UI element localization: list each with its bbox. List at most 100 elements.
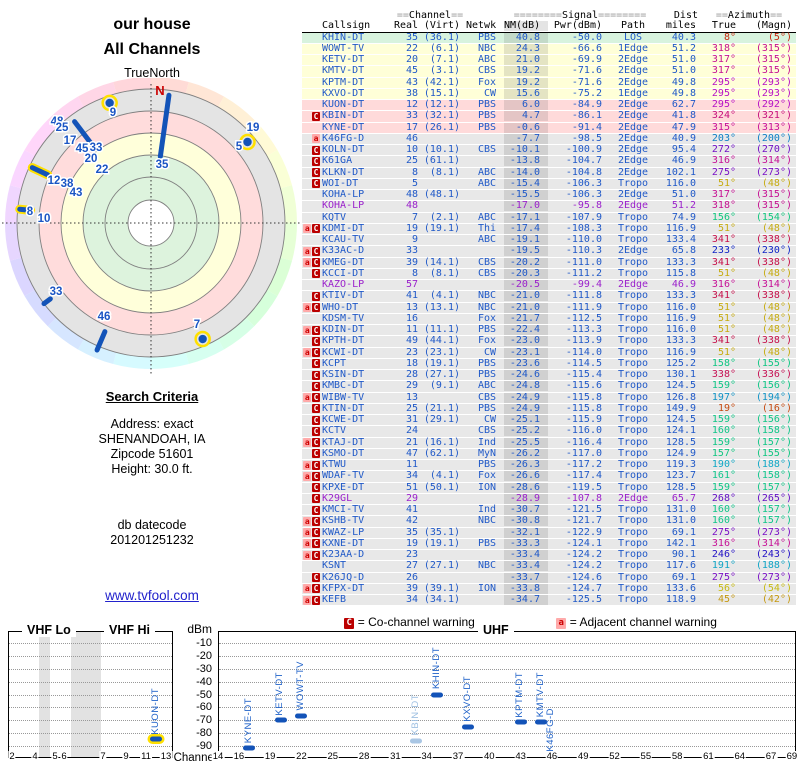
cell-callsign: KCWE-DT — [322, 414, 365, 426]
tvfool-link[interactable]: www.tvfool.com — [105, 588, 199, 603]
warning-flags: aC — [302, 460, 320, 470]
datecode-value: 201201251232 — [110, 533, 194, 547]
cell-miles: 128.5 — [665, 481, 696, 493]
cell-callsign: KCTV — [322, 425, 347, 437]
cell-real: 48 — [405, 200, 418, 212]
cell-nm: 24.3 — [504, 43, 548, 54]
warning-flags: aC — [302, 471, 320, 481]
cell-nm: -28.9 — [504, 493, 548, 504]
cell-magn: (194°) — [755, 391, 792, 403]
cell-callsign: KMEG-DT — [322, 256, 365, 268]
cell-magn: (48°) — [761, 301, 792, 313]
channel-tick-label: 22 — [295, 751, 308, 762]
table-row: C KCTV 24 CBS -25.2 -116.0 Tropo 124.1 160° (158°… — [302, 425, 796, 438]
cell-netwk: Fox — [477, 335, 496, 347]
gridline — [9, 720, 172, 722]
cell-miles: 124.1 — [665, 425, 696, 437]
cell-netwk: PBS — [477, 324, 496, 336]
co-channel-warning-icon: C — [312, 258, 320, 268]
cell-pwr: -99.4 — [571, 279, 602, 291]
cell-nm: -23.6 — [504, 358, 548, 369]
cell-true: 159° — [711, 436, 736, 448]
cell-nm: -20.2 — [504, 257, 548, 268]
header-dist-group: Dist — [673, 9, 698, 21]
cell-callsign: K61GA — [322, 155, 353, 167]
cell-magn: (188°) — [755, 560, 792, 572]
cell-miles: 51.2 — [671, 42, 696, 54]
radar-channel-label: 12 — [48, 175, 61, 187]
cell-pwr: -50.0 — [571, 31, 602, 43]
cell-path: 2Edge — [617, 54, 649, 66]
cell-netwk: PBS — [477, 121, 496, 133]
cell-miles: 51.0 — [671, 65, 696, 77]
warning-flags: C — [302, 156, 320, 166]
cell-miles: 131.0 — [665, 504, 696, 516]
cell-real: 21 — [405, 436, 418, 448]
cell-magn: (48°) — [761, 324, 792, 336]
cell-pwr: -66.6 — [571, 42, 602, 54]
cell-netwk: PBS — [477, 369, 496, 381]
cell-path: Tropo — [617, 402, 649, 414]
vhf-signal-chart: KUON-DT — [8, 631, 173, 758]
cell-true: 51° — [717, 324, 736, 336]
cell-true: 161° — [711, 470, 736, 482]
co-channel-warning-icon: C — [312, 595, 320, 605]
cell-real: 34 — [405, 594, 418, 606]
cell-magn: (338°) — [755, 290, 792, 302]
cell-netwk: ION — [477, 481, 496, 493]
co-channel-warning-icon: C — [312, 516, 320, 526]
cell-real: 29 — [405, 492, 418, 504]
cell-netwk: Fox — [477, 470, 496, 482]
cell-true: 268° — [711, 492, 736, 504]
header-channel-group: ==Channel== — [396, 9, 464, 21]
cell-path: Tropo — [617, 346, 649, 358]
cell-true: 156° — [711, 211, 736, 223]
cell-real: 41 — [405, 290, 418, 302]
cell-magn: (42°) — [761, 594, 792, 606]
cell-callsign: KSHB-TV — [322, 515, 365, 527]
co-channel-warning-icon: C — [312, 111, 320, 121]
cell-miles: 118.9 — [665, 594, 696, 606]
channel-tick-label: 5 — [51, 751, 59, 762]
cell-pwr: -71.6 — [571, 65, 602, 77]
tvfool-report: our house All Channels TrueNorth 35 9 48 25… — [0, 0, 800, 768]
channel-tick-label: 16 — [232, 751, 246, 762]
cell-virt: (23.1) — [423, 346, 460, 358]
co-channel-warning-icon: C — [312, 404, 320, 414]
cell-magn: (157°) — [755, 436, 792, 448]
cell-virt: (61.1) — [423, 155, 460, 167]
cell-magn: (336°) — [755, 369, 792, 381]
warning-flags: a — [302, 134, 320, 144]
adjacent-channel-warning-icon: a — [303, 393, 312, 403]
cell-nm: 15.6 — [504, 88, 548, 99]
cell-callsign: KXVO-DT — [322, 87, 365, 99]
cell-real: 28 — [405, 369, 418, 381]
cell-nm: 19.2 — [504, 77, 548, 88]
channel-tick-label: 52 — [608, 751, 621, 762]
cell-path: Tropo — [617, 256, 649, 268]
legend-adjacent-channel: a = Adjacent channel warning — [556, 615, 717, 629]
cell-nm: -30.7 — [504, 505, 548, 516]
cell-callsign: KTIN-DT — [322, 402, 365, 414]
channel-tick-label: 49 — [576, 751, 590, 762]
cell-magn: (156°) — [755, 414, 792, 426]
channel-tick-label: 19 — [263, 751, 277, 762]
table-row: C KMBC-DT 29 (9.1) ABC -24.8 -115.6 Tropo 124.5 1… — [302, 380, 796, 393]
cell-virt: (9.1) — [429, 380, 460, 392]
cell-true: 8° — [723, 31, 736, 43]
cell-virt: (12.1) — [423, 99, 460, 111]
cell-path: Tropo — [617, 177, 649, 189]
cell-true: 159° — [711, 380, 736, 392]
cell-pwr: -115.8 — [565, 402, 602, 414]
cell-nm: -17.0 — [504, 201, 548, 212]
cell-nm: -15.4 — [504, 178, 548, 189]
cell-miles: 126.8 — [665, 391, 696, 403]
cell-nm: -33.3 — [504, 538, 548, 549]
cell-magn: (315°) — [755, 42, 792, 54]
cell-miles: 62.7 — [671, 99, 696, 111]
cell-nm: -7.7 — [504, 133, 548, 144]
cell-callsign: KTIV-DT — [322, 290, 365, 302]
cell-netwk: CW — [483, 346, 496, 358]
cell-magn: (156°) — [755, 380, 792, 392]
cell-true: 341° — [711, 290, 736, 302]
